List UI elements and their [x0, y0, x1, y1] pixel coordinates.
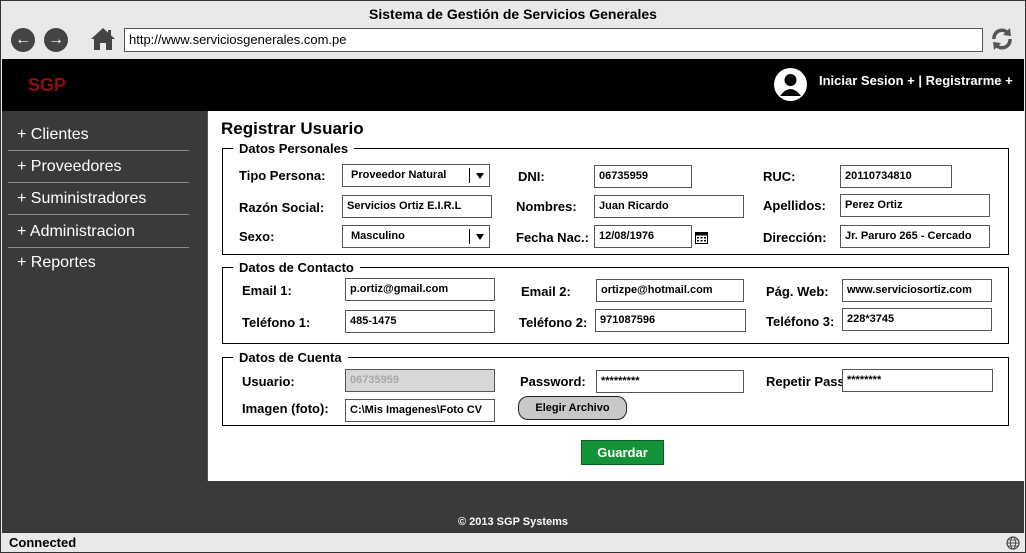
- footer: © 2013 SGP Systems: [2, 481, 1024, 532]
- imagen-input[interactable]: C:\Mis Imagenes\Foto CV: [345, 399, 495, 422]
- sidebar: + Clientes + Proveedores + Suministrador…: [2, 111, 207, 481]
- repetir-pass-input[interactable]: ********: [842, 369, 993, 392]
- tel2-label: Teléfono 2:: [519, 315, 588, 330]
- email1-input[interactable]: p.ortiz@gmail.com: [345, 278, 495, 301]
- email2-input[interactable]: ortizpe@hotmail.com: [596, 279, 744, 302]
- home-icon[interactable]: [90, 27, 116, 51]
- apellidos-label: Apellidos:: [763, 198, 826, 213]
- dni-label: DNI:: [518, 169, 545, 184]
- site-logo[interactable]: SGP: [28, 75, 66, 96]
- usuario-input: 06735959: [345, 369, 495, 392]
- choose-file-button[interactable]: Elegir Archivo: [518, 396, 627, 420]
- sexo-value: Masculino: [351, 230, 405, 242]
- fecha-nac-input[interactable]: 12/08/1976: [594, 225, 692, 248]
- email1-label: Email 1:: [242, 283, 292, 298]
- email2-label: Email 2:: [521, 284, 571, 299]
- password-input[interactable]: *********: [596, 370, 744, 393]
- status-bar: Connected: [2, 532, 1024, 552]
- main-content: Registrar Usuario Datos Personales Tipo …: [207, 111, 1024, 481]
- auth-separator: |: [914, 73, 926, 88]
- forward-arrow-icon[interactable]: →: [44, 28, 68, 52]
- direccion-input[interactable]: Jr. Paruro 265 - Cercado: [840, 225, 990, 248]
- tipo-persona-select[interactable]: Proveedor Natural: [342, 164, 490, 187]
- contact-data-legend: Datos de Contacto: [233, 260, 360, 275]
- window-title: Sistema de Gestión de Servicios Generale…: [369, 6, 657, 22]
- tipo-persona-value: Proveedor Natural: [351, 169, 447, 181]
- save-button[interactable]: Guardar: [581, 440, 664, 465]
- password-label: Password:: [520, 374, 586, 389]
- nombres-input[interactable]: Juan Ricardo: [594, 195, 744, 218]
- fecha-nac-label: Fecha Nac.:: [516, 230, 589, 245]
- copyright-text: © 2013 SGP Systems: [457, 516, 569, 528]
- address-bar[interactable]: http://www.serviciosgenerales.com.pe: [124, 28, 983, 52]
- tel2-input[interactable]: 971087596: [595, 309, 746, 332]
- nombres-label: Nombres:: [516, 199, 577, 214]
- login-link[interactable]: Iniciar Sesion +: [819, 73, 915, 88]
- dni-input[interactable]: 06735959: [594, 165, 692, 188]
- direccion-label: Dirección:: [763, 230, 827, 245]
- sidebar-item-reportes[interactable]: + Reportes: [8, 247, 189, 279]
- page-title: Registrar Usuario: [221, 119, 364, 138]
- razon-social-label: Razón Social:: [239, 200, 325, 215]
- personal-data-legend: Datos Personales: [233, 141, 355, 156]
- sexo-select[interactable]: Masculino: [342, 225, 490, 248]
- sexo-label: Sexo:: [239, 229, 275, 244]
- repetir-pass-label: Repetir Pass:: [766, 374, 850, 389]
- tel3-input[interactable]: 228*3745: [842, 308, 992, 331]
- tel3-label: Teléfono 3:: [766, 314, 835, 329]
- razon-social-input[interactable]: Servicios Ortiz E.I.R.L: [342, 195, 492, 218]
- user-avatar-icon[interactable]: [774, 68, 807, 101]
- account-data-legend: Datos de Cuenta: [233, 350, 348, 365]
- contact-data-group: Datos de Contacto Email 1: p.ortiz@gmail…: [222, 260, 1009, 344]
- register-link[interactable]: Registrarme +: [926, 73, 1013, 88]
- back-arrow-icon[interactable]: ←: [11, 28, 35, 52]
- imagen-label: Imagen (foto):: [242, 401, 329, 416]
- web-input[interactable]: www.serviciosortiz.com: [842, 279, 992, 302]
- web-label: Pág. Web:: [766, 284, 829, 299]
- select-divider: [469, 229, 470, 244]
- tipo-persona-label: Tipo Persona:: [239, 168, 326, 183]
- personal-data-group: Datos Personales Tipo Persona: Proveedor…: [222, 141, 1009, 255]
- calendar-icon[interactable]: [695, 231, 708, 244]
- sidebar-item-clientes[interactable]: + Clientes: [8, 119, 189, 151]
- chevron-down-icon: [476, 234, 484, 240]
- sidebar-item-suministradores[interactable]: + Suministradores: [8, 183, 189, 215]
- sidebar-item-proveedores[interactable]: + Proveedores: [8, 151, 189, 183]
- status-text: Connected: [9, 535, 77, 550]
- chevron-down-icon: [476, 173, 484, 179]
- apellidos-input[interactable]: Perez Ortiz: [840, 194, 990, 217]
- reload-icon[interactable]: [989, 26, 1015, 52]
- ruc-label: RUC:: [763, 169, 796, 184]
- auth-links: Iniciar Sesion + | Registrarme +: [819, 73, 1013, 88]
- select-divider: [469, 168, 470, 183]
- tel1-label: Teléfono 1:: [242, 315, 311, 330]
- site-header: SGP Iniciar Sesion + | Registrarme +: [2, 59, 1024, 111]
- tel1-input[interactable]: 485-1475: [345, 310, 495, 333]
- ruc-input[interactable]: 20110734810: [840, 165, 952, 188]
- usuario-label: Usuario:: [242, 374, 295, 389]
- sidebar-item-administracion[interactable]: + Administracion: [8, 216, 189, 248]
- browser-window: Sistema de Gestión de Servicios Generale…: [0, 0, 1026, 553]
- globe-icon: [1006, 536, 1020, 550]
